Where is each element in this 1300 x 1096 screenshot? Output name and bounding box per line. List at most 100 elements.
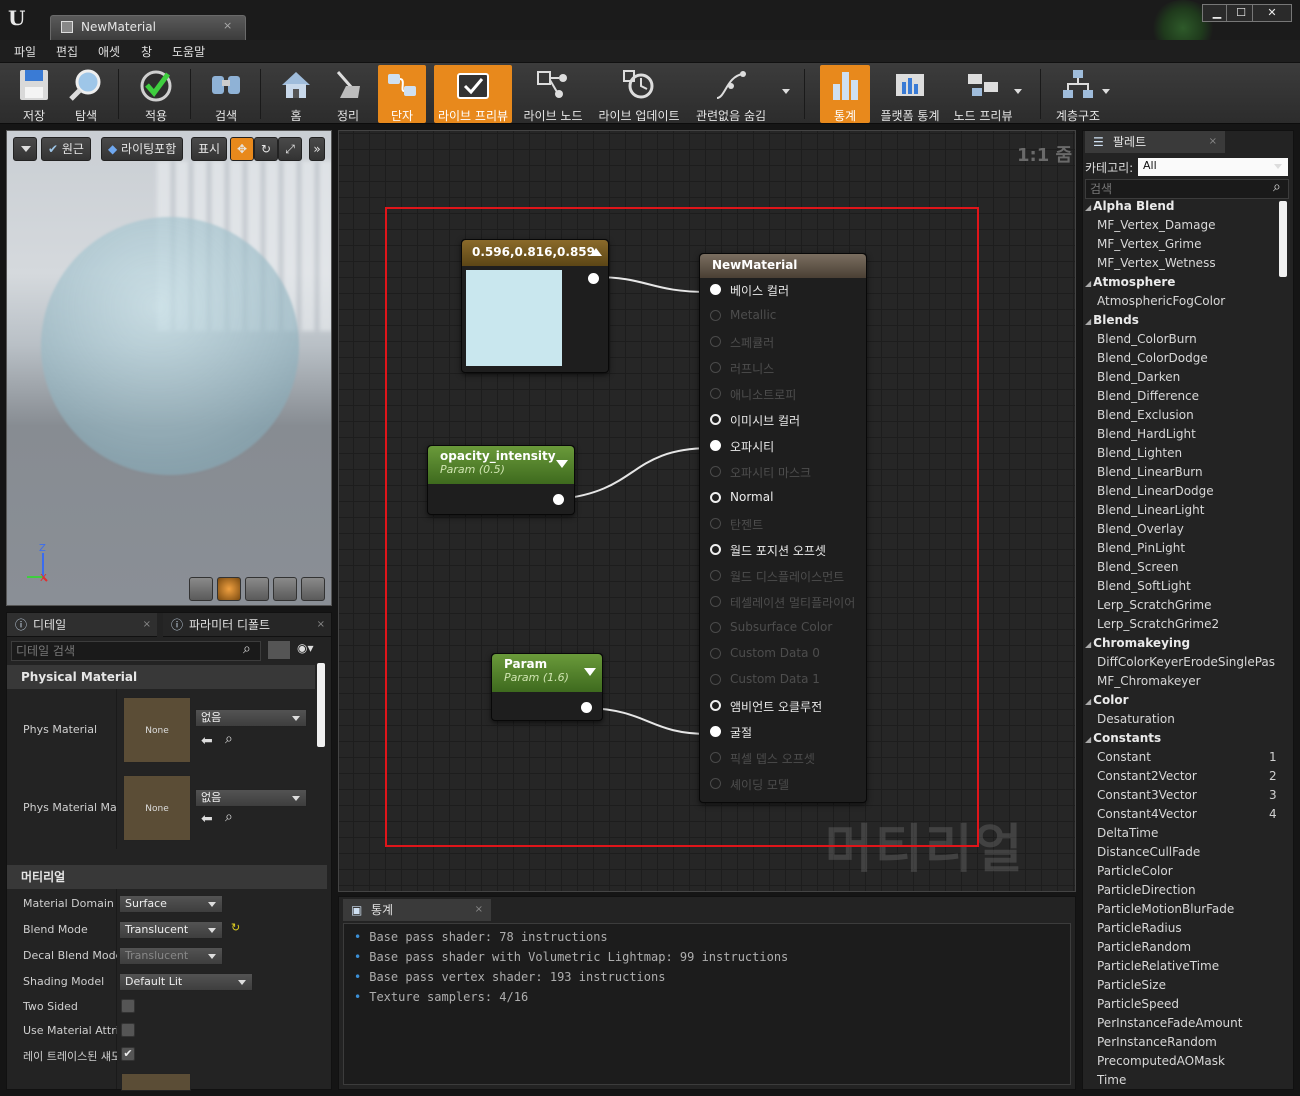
palette-item[interactable]: Blend_HardLight — [1097, 427, 1196, 441]
palette-category[interactable]: Alpha Blend — [1085, 199, 1174, 213]
palette-item[interactable]: Constant — [1097, 750, 1151, 764]
toolbar-hierarchy-button[interactable]: 계층구조 — [1050, 65, 1106, 123]
palette-item[interactable]: Blend_Difference — [1097, 389, 1199, 403]
menu-edit[interactable]: 편집 — [56, 43, 78, 60]
palette-item[interactable]: Constant2Vector — [1097, 769, 1197, 783]
collapse-arrow-icon[interactable] — [556, 460, 568, 468]
phys-material-mask-picker[interactable]: 없음 — [195, 789, 307, 807]
palette-scrollbar[interactable] — [1279, 201, 1287, 277]
palette-category[interactable]: Constants — [1085, 731, 1161, 745]
menu-help[interactable]: 도움말 — [172, 43, 205, 60]
viewport-options-button[interactable] — [13, 137, 37, 161]
palette-item[interactable]: ParticleColor — [1097, 864, 1173, 878]
tab-palette[interactable]: ☰ 팔레트 × — [1085, 131, 1225, 153]
preview-viewport[interactable]: ✔ 원근 ◆ 라이팅포함 표시 ✥ ↻ ⤢ » Z X — [6, 130, 332, 606]
toolbar-live-nodes-button[interactable]: 라이브 노드 — [518, 65, 588, 123]
palette-search-input[interactable]: 검색 — [1085, 179, 1289, 199]
menu-window[interactable]: 창 — [141, 43, 152, 60]
palette-item[interactable]: Blend_ColorDodge — [1097, 351, 1208, 365]
custom-mesh-preview-icon[interactable] — [301, 577, 325, 601]
output-pin[interactable] — [588, 273, 599, 284]
palette-item[interactable]: Blend_Overlay — [1097, 522, 1184, 536]
palette-item[interactable]: Time — [1097, 1073, 1126, 1087]
palette-item[interactable]: Blend_LinearDodge — [1097, 484, 1214, 498]
toolbar-platform-stats-button[interactable]: 플랫폼 통계 — [876, 65, 944, 123]
palette-item[interactable]: MF_Vertex_Grime — [1097, 237, 1201, 251]
toolbar-live-preview-button[interactable]: 라이브 프리뷰 — [434, 65, 512, 123]
document-tab[interactable]: NewMaterial × — [50, 15, 246, 40]
palette-item[interactable]: ParticleSize — [1097, 978, 1166, 992]
tab-close-icon[interactable]: × — [223, 19, 232, 32]
palette-item[interactable]: Blend_SoftLight — [1097, 579, 1191, 593]
palette-item[interactable]: DiffColorKeyerErodeSinglePas — [1097, 655, 1275, 669]
toolbar-cleanup-button[interactable]: 정리 — [324, 65, 372, 123]
palette-item[interactable]: Blend_Lighten — [1097, 446, 1182, 460]
category-dropdown[interactable]: All — [1137, 157, 1289, 177]
tab-close-icon[interactable]: × — [1209, 131, 1217, 153]
palette-item[interactable]: Blend_Darken — [1097, 370, 1180, 384]
details-scrollbar[interactable] — [317, 663, 325, 747]
toolbar-connectors-button[interactable]: 단자 — [378, 65, 426, 123]
menu-file[interactable]: 파일 — [14, 43, 36, 60]
palette-category[interactable]: Color — [1085, 693, 1128, 707]
tab-stats[interactable]: ▣ 통계 × — [343, 899, 491, 921]
tab-close-icon[interactable]: × — [143, 613, 151, 637]
eye-icon[interactable]: ◉▾ — [297, 641, 314, 655]
material-input-pin[interactable] — [710, 700, 721, 711]
phys-material-mask-thumbnail[interactable]: None — [123, 775, 191, 841]
details-search-input[interactable]: 디테일 검색 — [11, 641, 261, 661]
material-input-pin[interactable] — [710, 284, 721, 295]
palette-item[interactable]: MF_Vertex_Wetness — [1097, 256, 1216, 270]
perspective-button[interactable]: ✔ 원근 — [41, 137, 91, 161]
scalar-parameter-node-opacity[interactable]: opacity_intensity Param (0.5) — [427, 445, 575, 515]
phys-material-thumbnail[interactable]: None — [123, 697, 191, 763]
palette-category[interactable]: Blends — [1085, 313, 1139, 327]
palette-category[interactable]: Chromakeying — [1085, 636, 1190, 650]
decal-blend-mode-dropdown[interactable]: Translucent — [119, 947, 223, 965]
cube-preview-icon[interactable] — [273, 577, 297, 601]
palette-item[interactable]: Constant4Vector — [1097, 807, 1197, 821]
browse-search-icon[interactable]: ⌕ — [225, 809, 233, 825]
palette-item[interactable]: Blend_LinearLight — [1097, 503, 1204, 517]
material-input-pin[interactable] — [710, 414, 721, 425]
collapse-arrow-icon[interactable] — [590, 248, 602, 256]
material-input-pin[interactable] — [710, 544, 721, 555]
toolbar-home-button[interactable]: 홈 — [272, 65, 320, 123]
category-physical-material[interactable]: Physical Material — [7, 665, 315, 689]
toolbar-browse-button[interactable]: 탐색 — [62, 65, 110, 123]
cylinder-preview-icon[interactable] — [189, 577, 213, 601]
toolbar-hierarchy-dropdown-icon[interactable] — [1102, 89, 1110, 94]
palette-item[interactable]: DeltaTime — [1097, 826, 1158, 840]
tab-close-icon[interactable]: × — [475, 899, 483, 921]
palette-item[interactable]: Blend_PinLight — [1097, 541, 1185, 555]
palette-item[interactable]: PerInstanceRandom — [1097, 1035, 1217, 1049]
palette-item[interactable]: PrecomputedAOMask — [1097, 1054, 1225, 1068]
two-sided-checkbox[interactable] — [121, 999, 135, 1013]
material-input-pin[interactable] — [710, 492, 721, 503]
constant3vector-node[interactable]: 0.596,0.816,0.859 — [461, 239, 609, 373]
toolbar-node-preview-dropdown-icon[interactable] — [1014, 89, 1022, 94]
use-material-attributes-checkbox[interactable] — [121, 1023, 135, 1037]
view-options-grid-icon[interactable] — [267, 640, 291, 660]
palette-category[interactable]: Atmosphere — [1085, 275, 1175, 289]
use-selected-arrow-icon[interactable]: ⬅ — [201, 811, 213, 827]
menu-asset[interactable]: 애셋 — [98, 43, 120, 60]
use-selected-arrow-icon[interactable]: ⬅ — [201, 733, 213, 749]
blend-mode-dropdown[interactable]: Translucent — [119, 921, 223, 939]
translate-mode-icon[interactable]: ✥ — [230, 137, 254, 161]
palette-item[interactable]: Desaturation — [1097, 712, 1175, 726]
palette-item[interactable]: DistanceCullFade — [1097, 845, 1200, 859]
palette-item[interactable]: ParticleRandom — [1097, 940, 1191, 954]
palette-item[interactable]: Lerp_ScratchGrime — [1097, 598, 1211, 612]
close-window-button[interactable]: ✕ — [1252, 4, 1292, 22]
tab-parameter-defaults[interactable]: ⓘ 파라미터 디폴트 × — [163, 613, 331, 637]
scale-mode-icon[interactable]: ⤢ — [278, 137, 302, 161]
toolbar-live-update-button[interactable]: 라이브 업데이트 — [594, 65, 684, 123]
palette-item[interactable]: ParticleRadius — [1097, 921, 1182, 935]
toolbar-stats-button[interactable]: 통계 — [820, 65, 870, 123]
toolbar-apply-button[interactable]: 적용 — [132, 65, 180, 123]
material-graph[interactable]: 1:1 줌 머티리얼 0.596,0.816,0.859 opacity_int… — [338, 130, 1076, 892]
toolbar-search-button[interactable]: 검색 — [200, 65, 252, 123]
material-input-pin[interactable] — [710, 726, 721, 737]
plane-preview-icon[interactable] — [245, 577, 269, 601]
